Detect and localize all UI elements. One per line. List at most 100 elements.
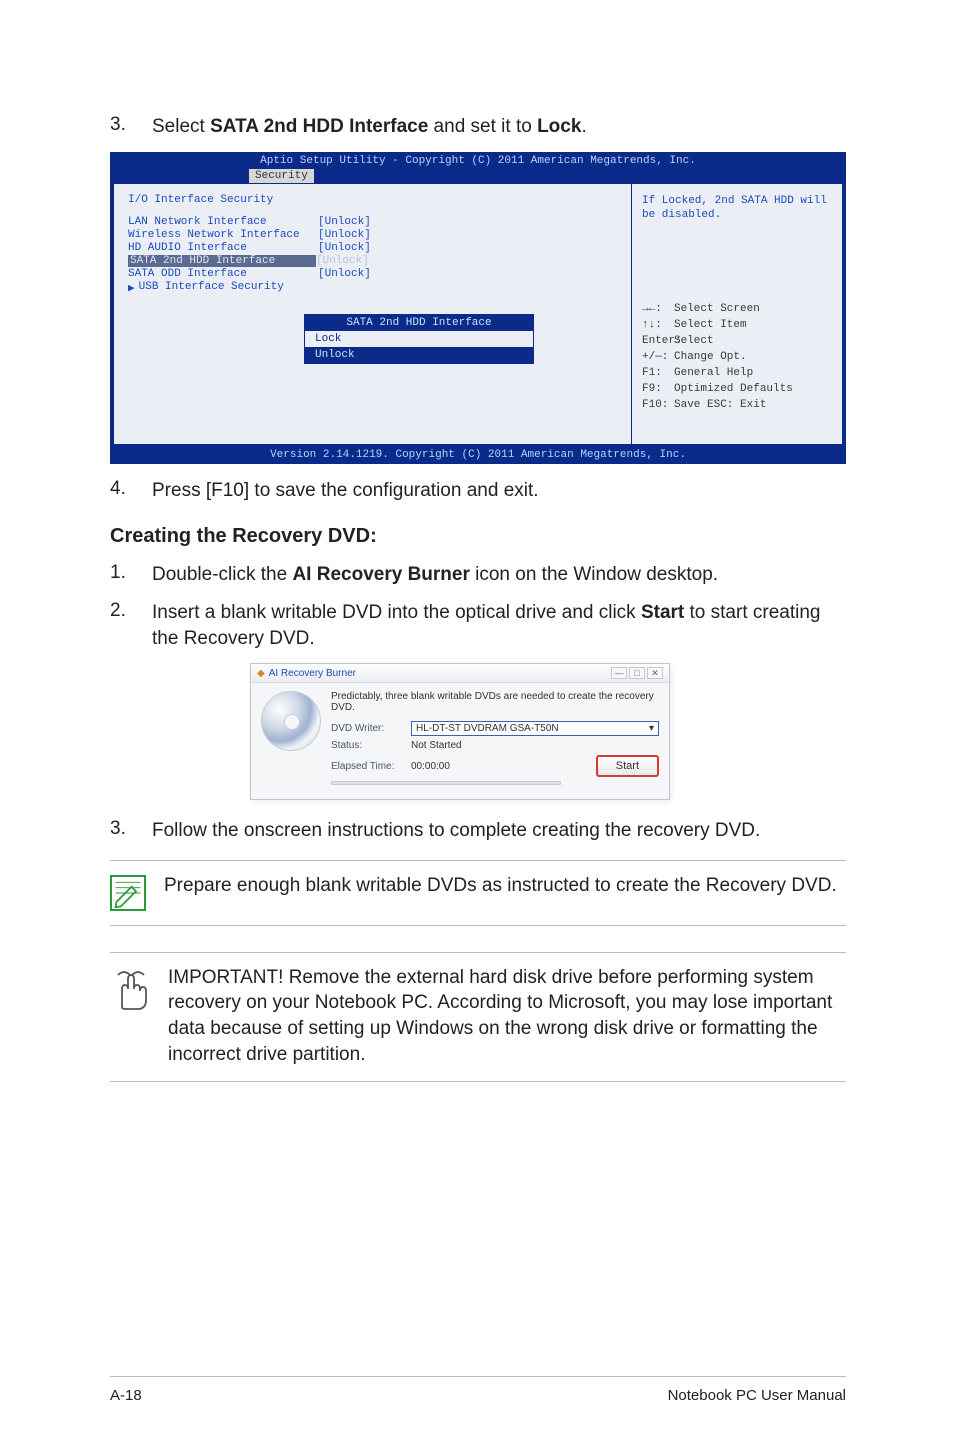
section-heading: Creating the Recovery DVD: [110,525,846,548]
key-label: Enter: [642,334,674,350]
step-3: 3. Select SATA 2nd HDD Interface and set… [110,114,846,140]
important-box: IMPORTANT! Remove the external hard disk… [110,952,846,1083]
bios-item-value: [Unlock] [316,255,369,267]
bios-section-heading: I/O Interface Security [128,194,617,206]
bios-footer: Version 2.14.1219. Copyright (C) 2011 Am… [111,447,845,463]
minimize-icon: — [611,667,627,679]
key-label: +/—: [642,350,674,366]
bios-popup-title: SATA 2nd HDD Interface [305,315,533,331]
step-number: 2. [110,600,152,651]
bios-row: HD AUDIO Interface[Unlock] [128,242,617,254]
bios-help-text: If Locked, 2nd SATA HDD will be disabled… [642,194,830,223]
step-text: Double-click the AI Recovery Burner icon… [152,562,846,588]
key-desc: General Help [674,367,753,379]
bios-title: Aptio Setup Utility - Copyright (C) 2011… [111,153,845,167]
bios-tab-security: Security [249,169,314,183]
text-fragment: icon on the Window desktop. [470,564,718,585]
key-label: F1: [642,366,674,382]
text-fragment: Insert a blank writable DVD into the opt… [152,602,641,623]
field-label: DVD Writer: [331,723,411,734]
bios-body: I/O Interface Security LAN Network Inter… [113,183,843,445]
page-footer: A-18 Notebook PC User Manual [110,1376,846,1404]
field-row: Elapsed Time: 00:00:00 Start [331,755,659,777]
bios-item-value: [Unlock] [318,268,371,280]
note-box: Prepare enough blank writable DVDs as in… [110,860,846,926]
bios-right-pane: If Locked, 2nd SATA HDD will be disabled… [632,184,842,444]
bios-screenshot: Aptio Setup Utility - Copyright (C) 2011… [110,152,846,464]
progress-bar [331,781,561,785]
step-text: Select SATA 2nd HDD Interface and set it… [152,114,846,140]
bios-tab-row: Security [111,167,845,183]
bios-item-name: Wireless Network Interface [128,229,318,241]
step-number: 4. [110,478,152,504]
create-step-1: 1. Double-click the AI Recovery Burner i… [110,562,846,588]
window-body: Predictably, three blank writable DVDs a… [251,683,669,799]
bios-item-value: [Unlock] [318,242,371,254]
bios-left-pane: I/O Interface Security LAN Network Inter… [114,184,632,444]
text-bold: SATA 2nd HDD Interface [210,116,428,137]
triangle-icon: ▶ [128,281,135,295]
important-text: IMPORTANT! Remove the external hard disk… [168,965,846,1068]
bios-keys: →←:Select Screen ↑↓:Select Item Enter:Se… [642,302,830,414]
key-label: F10: [642,398,674,414]
note-icon [110,875,146,911]
text-fragment: and set it to [428,116,537,137]
bios-submenu: ▶ USB Interface Security [128,281,617,295]
create-step-3: 3. Follow the onscreen instructions to c… [110,818,846,844]
step-number: 3. [110,818,152,844]
bios-row: LAN Network Interface[Unlock] [128,216,617,228]
key-desc: Save ESC: Exit [674,399,766,411]
maximize-icon: □ [629,667,645,679]
text-bold: Lock [537,116,581,137]
info-note: Predictably, three blank writable DVDs a… [331,691,659,713]
key-label: F9: [642,382,674,398]
text-fragment: Select [152,116,210,137]
text-bold: Start [641,602,684,623]
step-number: 3. [110,114,152,140]
key-label: ↑↓: [642,318,674,334]
window-title: AI Recovery Burner [269,668,611,679]
bios-item-name: LAN Network Interface [128,216,318,228]
bios-item-value: [Unlock] [318,229,371,241]
bios-row: Wireless Network Interface[Unlock] [128,229,617,241]
key-desc: Select Item [674,319,747,331]
elapsed-value: 00:00:00 [411,761,596,772]
step-4: 4. Press [F10] to save the configuration… [110,478,846,504]
status-value: Not Started [411,740,659,751]
key-label: →←: [642,302,674,318]
field-label: Elapsed Time: [331,761,411,772]
bios-popup: SATA 2nd HDD Interface Lock Unlock [304,314,534,364]
key-desc: Change Opt. [674,351,747,363]
bios-popup-option: Unlock [305,347,533,363]
step-text: Follow the onscreen instructions to comp… [152,818,846,844]
disc-icon [261,691,321,751]
bios-item-value: [Unlock] [318,216,371,228]
text-fragment: . [581,116,586,137]
ai-recovery-window: ◆ AI Recovery Burner — □ ✕ Predictably, … [250,663,670,800]
bios-item-name: HD AUDIO Interface [128,242,318,254]
bios-item-name: SATA ODD Interface [128,268,318,280]
fields: Predictably, three blank writable DVDs a… [331,691,659,785]
window-buttons: — □ ✕ [611,667,663,679]
bios-row: SATA ODD Interface[Unlock] [128,268,617,280]
manual-title: Notebook PC User Manual [668,1387,846,1404]
key-desc: Select [674,335,714,347]
start-button: Start [596,755,659,777]
field-row: DVD Writer: HL-DT-ST DVDRAM GSA-T50N ▾ [331,721,659,736]
bios-item-name: USB Interface Security [139,281,284,295]
field-label: Status: [331,740,411,751]
text-bold: AI Recovery Burner [292,564,469,585]
window-titlebar: ◆ AI Recovery Burner — □ ✕ [251,664,669,683]
bios-row-selected: SATA 2nd HDD Interface[Unlock] [128,255,617,267]
key-desc: Select Screen [674,303,760,315]
bios-item-name: SATA 2nd HDD Interface [128,255,316,267]
step-text: Insert a blank writable DVD into the opt… [152,600,846,651]
key-desc: Optimized Defaults [674,383,793,395]
step-number: 1. [110,562,152,588]
text-fragment: Double-click the [152,564,292,585]
hand-icon [110,967,150,1011]
note-text: Prepare enough blank writable DVDs as in… [164,873,837,911]
page-number: A-18 [110,1387,142,1404]
step-text: Press [F10] to save the configuration an… [152,478,846,504]
close-icon: ✕ [647,667,663,679]
